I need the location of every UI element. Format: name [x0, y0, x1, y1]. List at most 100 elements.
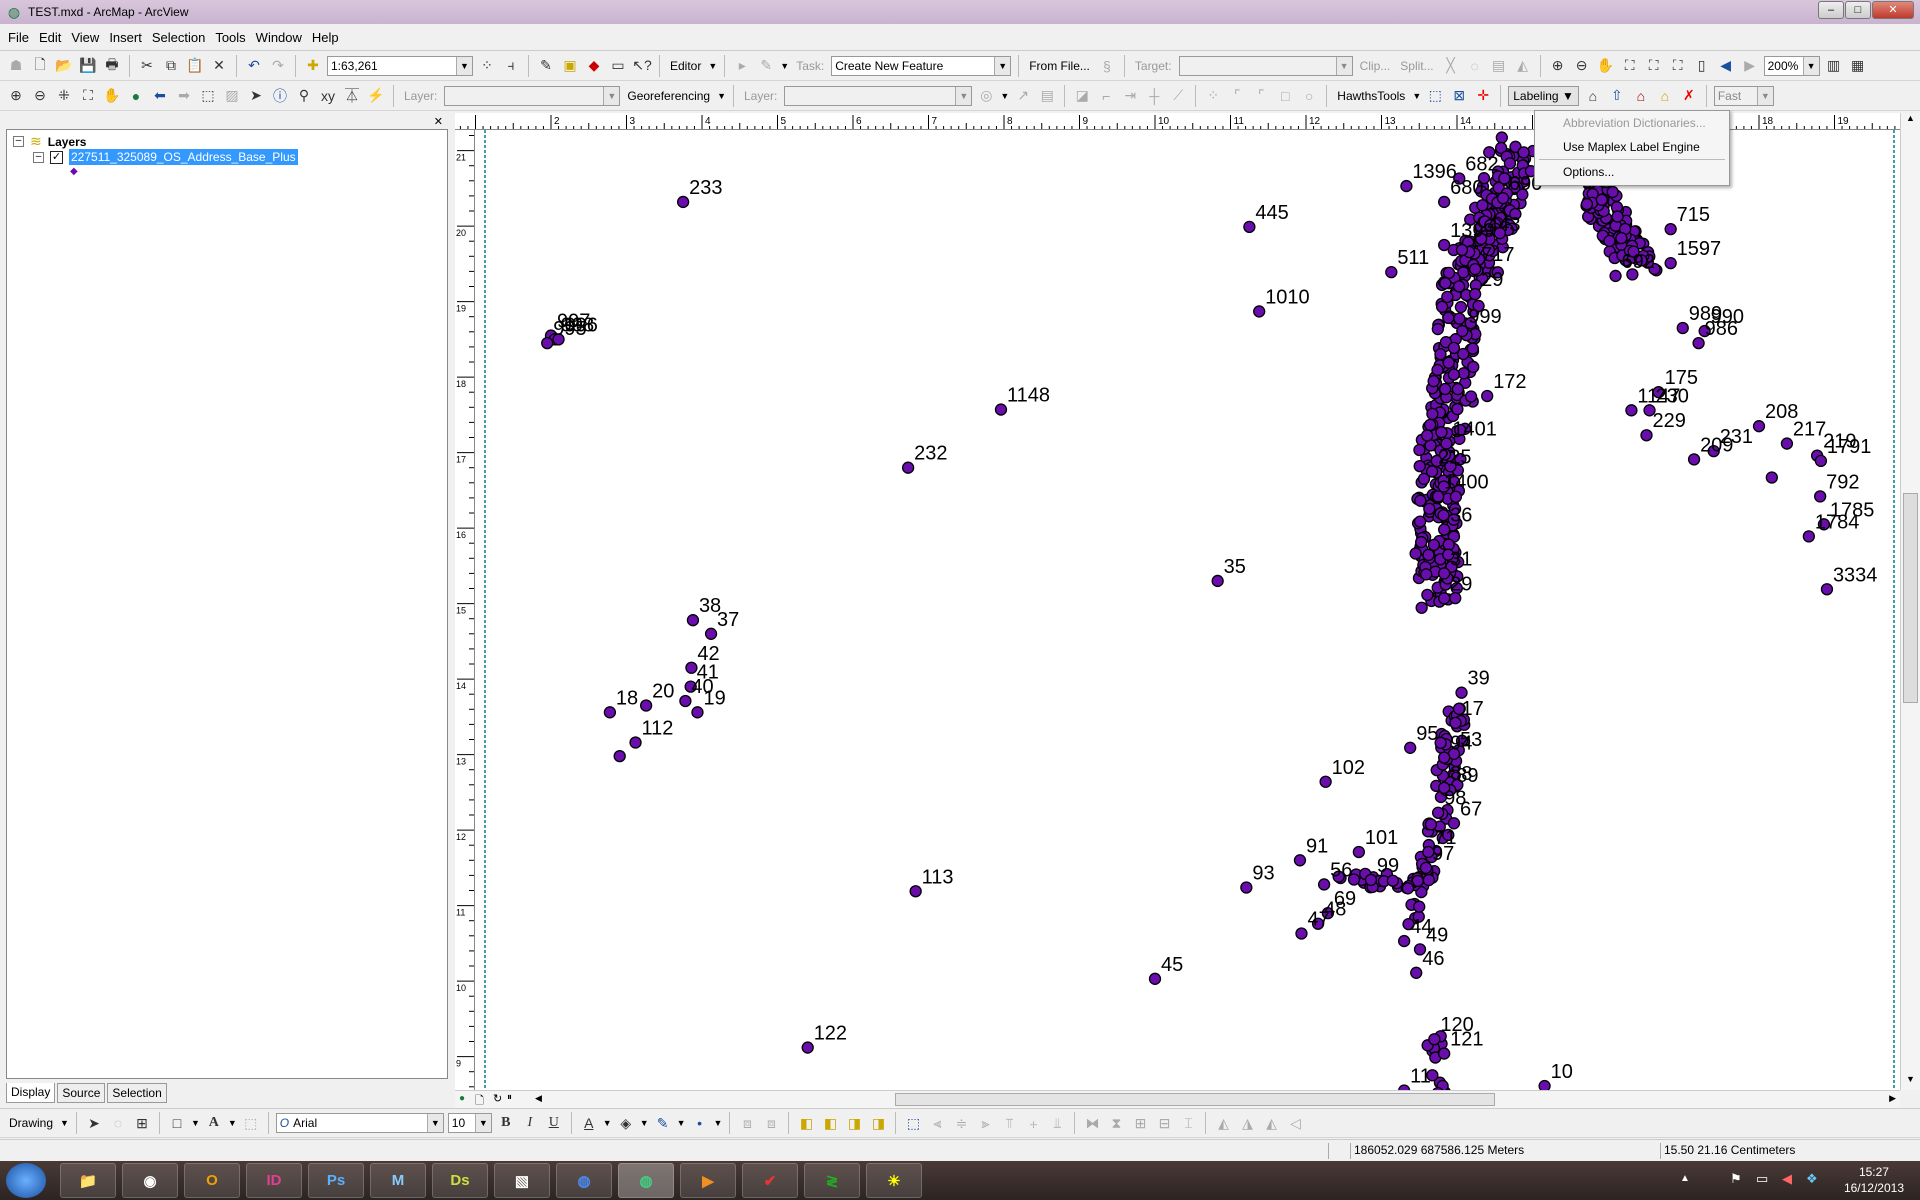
- new-icon[interactable]: 🗋: [30, 56, 50, 76]
- address-point[interactable]: [1611, 210, 1624, 223]
- zoom-out-icon[interactable]: ⊖: [30, 86, 50, 106]
- align-left-icon[interactable]: ⫷: [927, 1113, 947, 1133]
- circle-icon[interactable]: ○: [1299, 86, 1319, 106]
- generalize-icon[interactable]: ⁘: [1203, 86, 1223, 106]
- font-size-combo[interactable]: 10 ▼: [447, 1113, 492, 1133]
- add-data-icon[interactable]: ✚: [303, 56, 323, 76]
- address-point[interactable]: [1317, 878, 1331, 891]
- tray-expand-icon[interactable]: ▲: [1680, 1173, 1690, 1184]
- select-features-icon[interactable]: ⬚: [198, 86, 218, 106]
- align-bottom-icon[interactable]: ⫫: [1047, 1113, 1067, 1133]
- address-point[interactable]: [1240, 881, 1253, 894]
- address-point[interactable]: [1580, 197, 1594, 211]
- text-icon[interactable]: A: [204, 1113, 224, 1133]
- address-point[interactable]: [1398, 934, 1411, 948]
- address-point[interactable]: [1439, 382, 1452, 396]
- address-point[interactable]: [901, 461, 915, 474]
- taskbar-photoshop[interactable]: Ps: [308, 1163, 364, 1198]
- address-point[interactable]: [603, 706, 617, 719]
- pause-drawing-icon[interactable]: ⏸: [507, 1092, 512, 1103]
- make-same-size-icon[interactable]: ⊞: [1130, 1113, 1150, 1133]
- xy-tool-icon[interactable]: ⁘: [477, 56, 497, 76]
- close-button[interactable]: ✕: [1872, 1, 1914, 19]
- address-point[interactable]: [1438, 592, 1451, 605]
- address-point[interactable]: [1410, 966, 1423, 979]
- address-point[interactable]: [1438, 238, 1451, 252]
- pan-icon[interactable]: ✋: [102, 86, 122, 106]
- address-point[interactable]: [1404, 741, 1417, 754]
- table-icon[interactable]: ▤: [1037, 86, 1057, 106]
- collapse-icon[interactable]: –: [33, 151, 44, 163]
- crosshair-icon[interactable]: ✛: [1473, 86, 1493, 106]
- arccatalog-icon[interactable]: ☗: [6, 56, 26, 76]
- distribute-h-icon[interactable]: ⧓: [1082, 1113, 1102, 1133]
- maximize-button[interactable]: □: [1845, 1, 1871, 19]
- address-point[interactable]: [1453, 312, 1466, 325]
- toolbox-icon[interactable]: ◆: [584, 56, 604, 76]
- menu-item-use-maplex[interactable]: Use Maplex Label Engine: [1535, 135, 1729, 159]
- address-point[interactable]: [1421, 588, 1434, 602]
- select-zoom-icon[interactable]: ⊠: [1449, 86, 1469, 106]
- address-point[interactable]: [1426, 407, 1439, 421]
- select-elements-icon[interactable]: ➤: [246, 86, 266, 106]
- task-combo[interactable]: Create New Feature ▼: [831, 55, 1012, 76]
- rotate-right-icon[interactable]: ◮: [1237, 1113, 1257, 1133]
- taskbar-app-1[interactable]: ✔: [742, 1163, 798, 1198]
- address-point[interactable]: [1455, 243, 1469, 257]
- address-point[interactable]: [1428, 1033, 1441, 1046]
- collapse-icon[interactable]: –: [13, 136, 24, 147]
- taskbar-google-earth[interactable]: ◍: [556, 1163, 612, 1198]
- address-point[interactable]: [1431, 490, 1445, 503]
- back-icon[interactable]: ⬅: [150, 86, 170, 106]
- underline-icon[interactable]: U: [544, 1113, 564, 1133]
- layout-map-canvas[interactable]: 233 445 1010 997 998 995 996 1148 232 35 38 37 42 20 1…: [475, 130, 1900, 1090]
- align-icon[interactable]: ⬚: [903, 1113, 923, 1133]
- send-to-back-icon[interactable]: ◧: [820, 1113, 840, 1133]
- taskbar-outlook[interactable]: O: [184, 1163, 240, 1198]
- address-point[interactable]: [685, 661, 698, 674]
- address-point[interactable]: [1481, 389, 1494, 403]
- taskbar-design-suite[interactable]: Ds: [432, 1163, 488, 1198]
- address-point[interactable]: [1503, 157, 1517, 170]
- tab-selection[interactable]: Selection: [107, 1083, 167, 1103]
- clock[interactable]: 15:27 16/12/2013: [1844, 1164, 1904, 1196]
- address-point[interactable]: [1413, 443, 1426, 457]
- layout-zoom-in-icon[interactable]: ⊕: [1548, 56, 1568, 76]
- address-point[interactable]: [1692, 336, 1705, 350]
- bring-to-front-icon[interactable]: ◧: [796, 1113, 816, 1133]
- make-same-width-icon[interactable]: ⊟: [1154, 1113, 1174, 1133]
- address-point[interactable]: [994, 403, 1008, 416]
- address-point[interactable]: [1409, 547, 1422, 560]
- paste-icon[interactable]: 📋: [185, 56, 205, 76]
- layout-zoom-combo[interactable]: 200% ▼: [1763, 55, 1820, 76]
- address-point[interactable]: [1439, 277, 1452, 290]
- address-point[interactable]: [1441, 290, 1454, 304]
- copy-icon[interactable]: ⧉: [161, 56, 181, 76]
- measure-icon[interactable]: ⫞: [501, 56, 521, 76]
- address-point[interactable]: [1496, 192, 1510, 205]
- address-point[interactable]: [1352, 845, 1365, 859]
- layer-visibility-checkbox[interactable]: ✓: [50, 150, 63, 164]
- address-point[interactable]: [1295, 927, 1308, 940]
- network-icon[interactable]: ▭: [1756, 1171, 1768, 1187]
- address-point[interactable]: [1437, 509, 1450, 522]
- address-point[interactable]: [686, 614, 700, 627]
- data-view-icon[interactable]: ●: [459, 1093, 465, 1104]
- address-point[interactable]: [1253, 305, 1266, 318]
- address-point[interactable]: [1442, 311, 1455, 325]
- address-point[interactable]: [1820, 583, 1834, 596]
- font-color-icon[interactable]: A: [579, 1113, 599, 1133]
- address-point[interactable]: [1609, 269, 1622, 283]
- make-same-height-icon[interactable]: ⌶: [1178, 1113, 1198, 1133]
- address-point[interactable]: [1431, 322, 1444, 336]
- address-point[interactable]: [1752, 420, 1766, 433]
- address-point[interactable]: [1802, 530, 1815, 543]
- print-icon[interactable]: 🖶: [102, 56, 122, 76]
- previous-extent-icon[interactable]: ◀: [1716, 56, 1736, 76]
- address-point[interactable]: [1427, 375, 1440, 388]
- zoom-to-100-icon[interactable]: ▯: [1692, 56, 1712, 76]
- clip-button[interactable]: Clip...: [1357, 59, 1394, 73]
- zoom-whole-page-icon[interactable]: ⛶: [1620, 56, 1640, 76]
- adjust-icon[interactable]: ◪: [1072, 86, 1092, 106]
- address-point[interactable]: [1385, 266, 1398, 279]
